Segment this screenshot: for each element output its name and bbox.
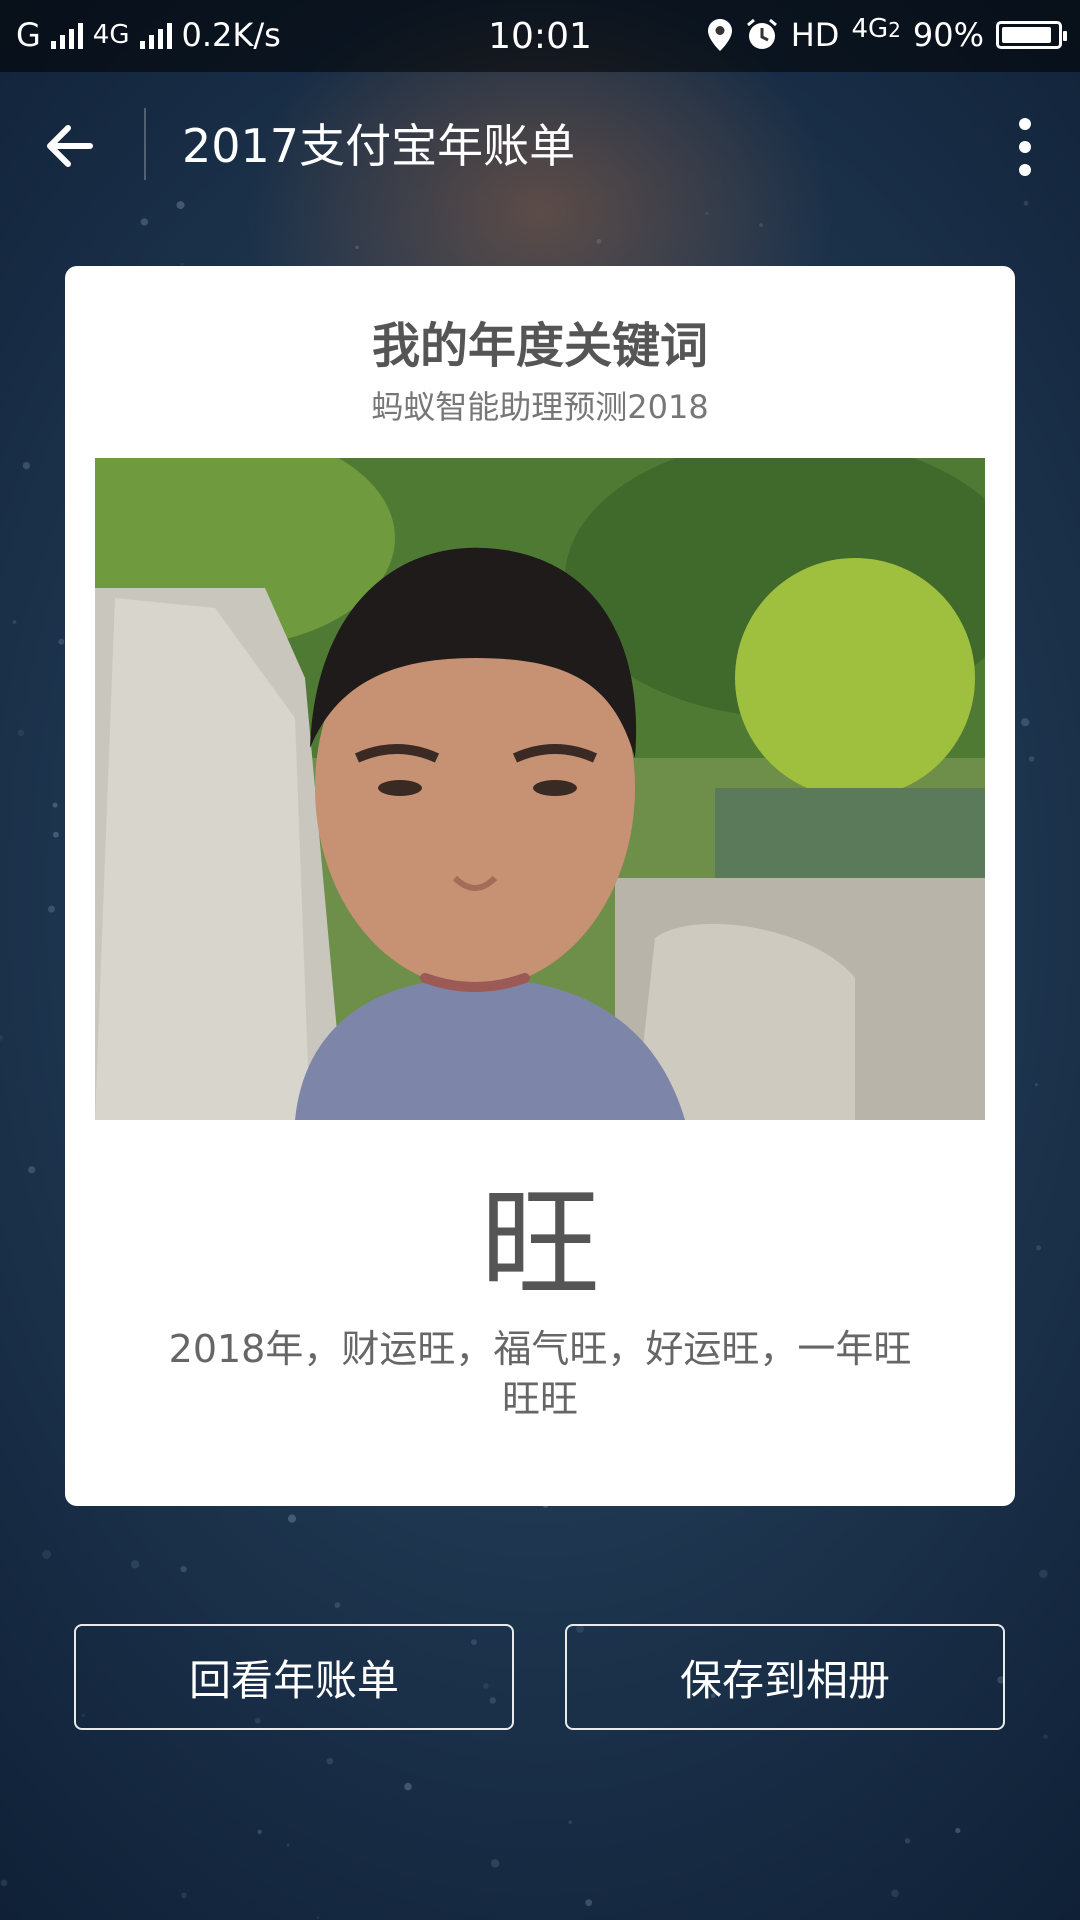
alarm-icon <box>746 18 777 49</box>
more-vertical-icon[interactable] <box>1000 112 1050 182</box>
battery-icon <box>996 21 1067 49</box>
nav-divider <box>144 108 146 180</box>
review-annual-bill-button[interactable]: 回看年账单 <box>74 1624 514 1730</box>
location-icon <box>707 19 732 51</box>
card-subtitle: 蚂蚁智能助理预测2018 <box>371 388 709 426</box>
hd-label: HD <box>790 16 840 54</box>
network-right: 4G2 <box>851 14 900 44</box>
status-right: HD 4G2 90% <box>707 14 1067 54</box>
battery-fill <box>1002 27 1051 43</box>
status-bar: G 4G 0.2K/s 10:01 HD 4G2 90% <box>0 0 1080 72</box>
network-right-sub: 2 <box>888 18 901 42</box>
battery-percent: 90% <box>912 16 984 54</box>
save-to-album-button[interactable]: 保存到相册 <box>565 1624 1005 1730</box>
user-photo <box>95 458 985 1120</box>
keyword-description: 2018年，财运旺，福气旺，好运旺，一年旺旺旺 <box>168 1327 912 1421</box>
network-right-label: 4G <box>851 14 889 44</box>
annual-keyword: 旺 <box>480 1175 600 1314</box>
arrow-left-icon[interactable] <box>40 116 100 176</box>
photo-illustration <box>95 458 985 1120</box>
page-title: 2017支付宝年账单 <box>182 119 576 173</box>
card-title: 我的年度关键词 <box>371 318 708 374</box>
keyword-card: 我的年度关键词 蚂蚁智能助理预测2018 旺 2018年，财运旺，福气旺，好运旺… <box>65 266 1015 1506</box>
navigation-bar: 2017支付宝年账单 <box>0 72 1080 216</box>
